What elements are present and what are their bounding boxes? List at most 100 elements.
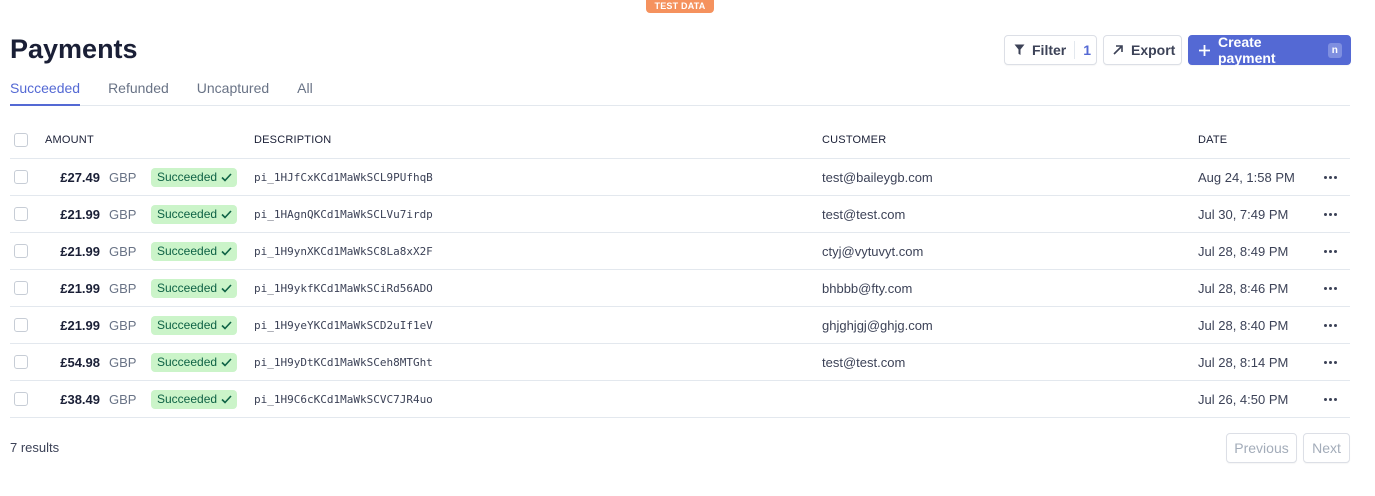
- row-select-cell: [14, 196, 28, 232]
- table-row[interactable]: £21.99 GBP Succeeded pi_1H9yeYKCd1MaWkSC…: [10, 307, 1350, 344]
- payment-amount: £21.99: [60, 280, 100, 296]
- previous-page-button[interactable]: Previous: [1226, 433, 1297, 463]
- payment-currency: GBP: [109, 243, 137, 259]
- export-button[interactable]: Export: [1103, 35, 1182, 65]
- column-header-description: DESCRIPTION: [254, 134, 332, 146]
- payment-amount: £27.49: [60, 169, 100, 185]
- payment-currency: GBP: [109, 391, 137, 407]
- row-select-cell: [14, 381, 28, 417]
- customer-email: test@test.com: [822, 354, 906, 370]
- customer-email: test@test.com: [822, 206, 906, 222]
- filter-button[interactable]: Filter 1: [1004, 35, 1097, 65]
- more-horizontal-icon: [1323, 212, 1337, 216]
- results-count: 7 results: [10, 440, 60, 455]
- create-payment-label: Create payment: [1218, 34, 1276, 66]
- status-label: Succeeded: [157, 170, 218, 184]
- payment-description: pi_1H9yDtKCd1MaWkSCeh8MTGht: [254, 355, 433, 369]
- row-more-button[interactable]: [1320, 270, 1340, 306]
- status-badge: Succeeded: [151, 241, 238, 261]
- row-checkbox[interactable]: [14, 392, 28, 406]
- payment-amount: £21.99: [60, 317, 100, 333]
- checkmark-icon: [221, 320, 232, 330]
- payment-date: Jul 28, 8:46 PM: [1198, 280, 1289, 296]
- row-checkbox[interactable]: [14, 207, 28, 221]
- payment-currency: GBP: [109, 280, 137, 296]
- status-label: Succeeded: [157, 355, 218, 369]
- customer-email: ghjghjgj@ghjg.com: [822, 317, 933, 333]
- row-select-cell: [14, 307, 28, 343]
- row-more-button[interactable]: [1320, 381, 1340, 417]
- table-row[interactable]: £27.49 GBP Succeeded pi_1HJfCxKCd1MaWkSC…: [10, 159, 1350, 196]
- status-label: Succeeded: [157, 392, 218, 406]
- payment-description: pi_1H9ynXKCd1MaWkSC8La8xX2F: [254, 244, 433, 258]
- next-page-button[interactable]: Next: [1303, 433, 1350, 463]
- table-row[interactable]: £54.98 GBP Succeeded pi_1H9yDtKCd1MaWkSC…: [10, 344, 1350, 381]
- tab-refunded[interactable]: Refunded: [108, 78, 169, 106]
- payment-description: pi_1HJfCxKCd1MaWkSCL9PUfhqB: [254, 170, 433, 184]
- tab-uncaptured[interactable]: Uncaptured: [197, 78, 269, 106]
- checkmark-icon: [221, 209, 232, 219]
- create-payment-button[interactable]: Create payment n: [1188, 34, 1351, 66]
- status-badge: Succeeded: [151, 389, 238, 409]
- payment-date: Jul 26, 4:50 PM: [1198, 391, 1289, 407]
- row-more-button[interactable]: [1320, 196, 1340, 232]
- row-checkbox[interactable]: [14, 170, 28, 184]
- row-checkbox[interactable]: [14, 355, 28, 369]
- payment-description: pi_1H9C6cKCd1MaWkSCVC7JR4uo: [254, 392, 433, 406]
- row-more-button[interactable]: [1320, 344, 1340, 380]
- page-title: Payments: [10, 34, 138, 64]
- status-badge: Succeeded: [151, 278, 238, 298]
- table-row[interactable]: £21.99 GBP Succeeded pi_1H9ykfKCd1MaWkSC…: [10, 270, 1350, 307]
- arrow-up-right-icon: [1112, 44, 1124, 56]
- status-cell: Succeeded: [151, 159, 238, 195]
- status-cell: Succeeded: [151, 307, 238, 343]
- table-row[interactable]: £21.99 GBP Succeeded pi_1HAgnQKCd1MaWkSC…: [10, 196, 1350, 233]
- row-more-button[interactable]: [1320, 233, 1340, 269]
- payment-amount: £38.49: [60, 391, 100, 407]
- select-all-checkbox[interactable]: [14, 133, 28, 147]
- export-label: Export: [1131, 42, 1176, 58]
- more-horizontal-icon: [1323, 249, 1337, 253]
- row-more-button[interactable]: [1320, 159, 1340, 195]
- checkmark-icon: [221, 357, 232, 367]
- tab-all[interactable]: All: [297, 78, 313, 106]
- payment-description: pi_1H9yeYKCd1MaWkSCD2uIf1eV: [254, 318, 433, 332]
- table-row[interactable]: £38.49 GBP Succeeded pi_1H9C6cKCd1MaWkSC…: [10, 381, 1350, 418]
- more-horizontal-icon: [1323, 360, 1337, 364]
- status-cell: Succeeded: [151, 233, 238, 269]
- row-select-cell: [14, 159, 28, 195]
- payment-date: Jul 28, 8:49 PM: [1198, 243, 1289, 259]
- header-actions: Filter 1 Export Create payment n: [1004, 34, 1351, 66]
- keyboard-shortcut-hint: n: [1327, 42, 1342, 58]
- payment-amount: £21.99: [60, 206, 100, 222]
- more-horizontal-icon: [1323, 323, 1337, 327]
- payment-date: Jul 30, 7:49 PM: [1198, 206, 1289, 222]
- row-more-button[interactable]: [1320, 307, 1340, 343]
- status-badge: Succeeded: [151, 315, 238, 335]
- test-data-badge: TEST DATA: [646, 0, 714, 13]
- column-header-amount: AMOUNT: [45, 134, 94, 146]
- status-label: Succeeded: [157, 207, 218, 221]
- row-checkbox[interactable]: [14, 244, 28, 258]
- tab-succeeded[interactable]: Succeeded: [10, 78, 81, 106]
- row-select-cell: [14, 233, 28, 269]
- payment-currency: GBP: [109, 317, 137, 333]
- table-header-row: AMOUNT DESCRIPTION CUSTOMER DATE: [10, 122, 1350, 159]
- status-cell: Succeeded: [151, 196, 238, 232]
- row-checkbox[interactable]: [14, 281, 28, 295]
- table-row[interactable]: £21.99 GBP Succeeded pi_1H9ynXKCd1MaWkSC…: [10, 233, 1350, 270]
- select-all-cell: [14, 122, 28, 158]
- status-label: Succeeded: [157, 318, 218, 332]
- more-horizontal-icon: [1323, 397, 1337, 401]
- filter-icon: [1014, 44, 1025, 56]
- checkmark-icon: [221, 246, 232, 256]
- payment-amount: £21.99: [60, 243, 100, 259]
- checkmark-icon: [221, 283, 232, 293]
- payment-date: Jul 28, 8:14 PM: [1198, 354, 1289, 370]
- payment-amount: £54.98: [60, 354, 100, 370]
- more-horizontal-icon: [1323, 175, 1337, 179]
- row-checkbox[interactable]: [14, 318, 28, 332]
- table-body: £27.49 GBP Succeeded pi_1HJfCxKCd1MaWkSC…: [10, 159, 1350, 418]
- status-label: Succeeded: [157, 244, 218, 258]
- row-select-cell: [14, 344, 28, 380]
